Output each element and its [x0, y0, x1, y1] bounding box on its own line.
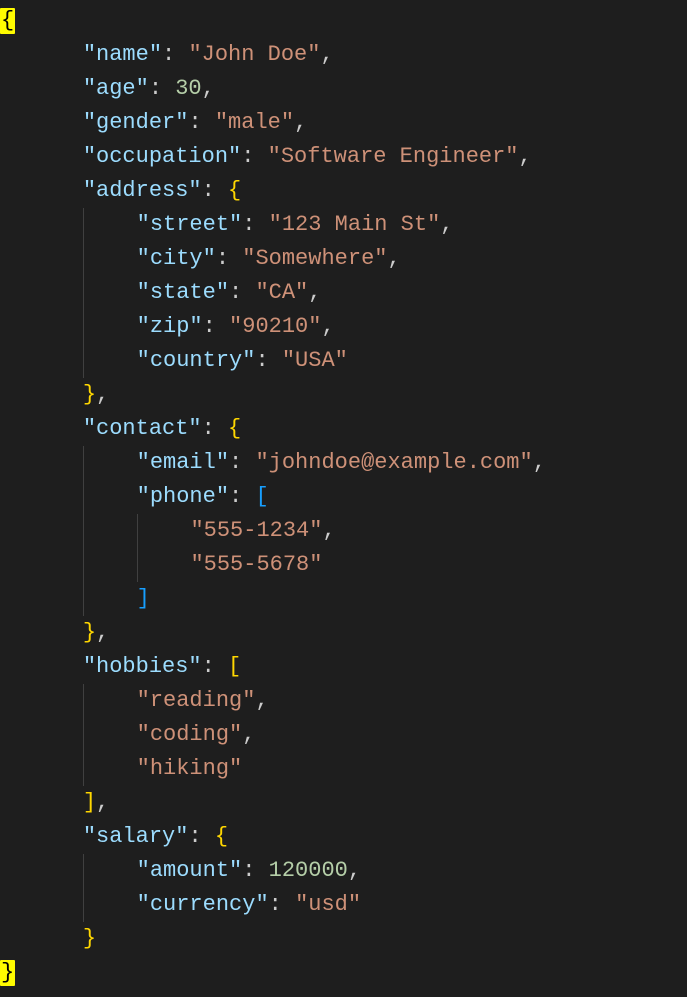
- json-key: "occupation": [83, 144, 241, 169]
- bracket-close: ]: [137, 586, 150, 611]
- json-key: "hobbies": [83, 654, 202, 679]
- json-key: "name": [83, 42, 162, 67]
- json-key: "city": [137, 246, 216, 271]
- json-key: "amount": [137, 858, 243, 883]
- brace-open: {: [228, 178, 241, 203]
- json-key: "state": [137, 280, 229, 305]
- json-value: 120000: [269, 858, 348, 883]
- json-value: "reading": [137, 688, 256, 713]
- json-key: "street": [137, 212, 243, 237]
- brace-close: }: [83, 620, 96, 645]
- json-value: "555-5678": [190, 552, 322, 577]
- json-value: "usd": [295, 892, 361, 917]
- json-value: "hiking": [137, 756, 243, 781]
- bracket-open: [: [228, 654, 241, 679]
- brace-close: }: [83, 382, 96, 407]
- json-key: "salary": [83, 824, 189, 849]
- json-key: "zip": [137, 314, 203, 339]
- brace-open: {: [215, 824, 228, 849]
- json-value: "CA": [255, 280, 308, 305]
- json-editor-view[interactable]: { "name": "John Doe", "age": 30, "gender…: [0, 0, 687, 990]
- json-value: "johndoe@example.com": [255, 450, 532, 475]
- bracket-close: ]: [83, 790, 96, 815]
- json-key: "address": [83, 178, 202, 203]
- brace-open: {: [228, 416, 241, 441]
- bracket-open: [: [255, 484, 268, 509]
- json-value: "90210": [229, 314, 321, 339]
- json-value: "555-1234": [190, 518, 322, 543]
- json-key: "phone": [137, 484, 229, 509]
- json-key: "currency": [137, 892, 269, 917]
- json-value: "123 Main St": [269, 212, 441, 237]
- json-key: "contact": [83, 416, 202, 441]
- json-value: "male": [215, 110, 294, 135]
- brace-close-highlight: }: [0, 960, 15, 986]
- json-value: "Software Engineer": [268, 144, 519, 169]
- json-value: "Somewhere": [242, 246, 387, 271]
- json-value: "USA": [282, 348, 348, 373]
- json-key: "email": [137, 450, 229, 475]
- brace-close: }: [83, 926, 96, 951]
- json-value: 30: [175, 76, 201, 101]
- json-value: "John Doe": [188, 42, 320, 67]
- json-key: "age": [83, 76, 149, 101]
- json-value: "coding": [137, 722, 243, 747]
- brace-open-highlight: {: [0, 8, 15, 34]
- json-key: "gender": [83, 110, 189, 135]
- json-key: "country": [137, 348, 256, 373]
